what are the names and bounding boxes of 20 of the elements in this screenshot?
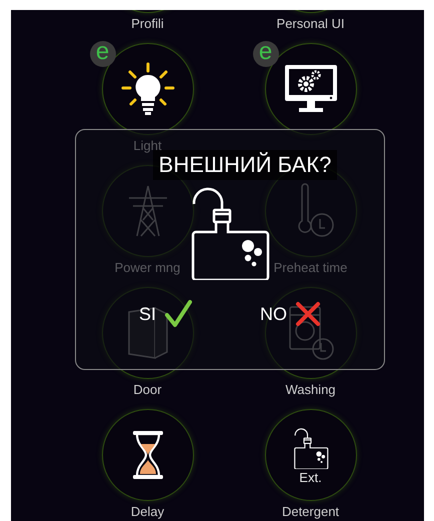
menu-label: Personal UI <box>276 17 344 31</box>
answer-button[interactable]: NO <box>260 300 321 328</box>
e-badge: e <box>252 41 278 67</box>
menu-label: Door <box>133 383 162 397</box>
menu-label: Preheat time <box>274 261 348 275</box>
menu-label: Detergent <box>282 505 340 519</box>
menu-label: Delay <box>130 505 164 519</box>
monitor-gear-icon <box>284 64 338 114</box>
dialog-title: ВНЕШНИЙ БАК? <box>152 150 338 180</box>
cross-icon <box>295 301 321 327</box>
answer-button[interactable]: SI <box>138 300 192 328</box>
menu-label: Light <box>133 139 162 153</box>
light-bulb-icon <box>120 61 176 117</box>
menu-label: Power mng <box>114 261 180 275</box>
menu-button[interactable]: Ext. <box>264 409 356 501</box>
menu-label: Profili <box>131 17 164 31</box>
checkmark-icon <box>164 300 192 328</box>
menu-label: Washing <box>285 383 336 397</box>
e-badge: e <box>90 41 116 67</box>
hourglass-icon <box>130 430 164 480</box>
